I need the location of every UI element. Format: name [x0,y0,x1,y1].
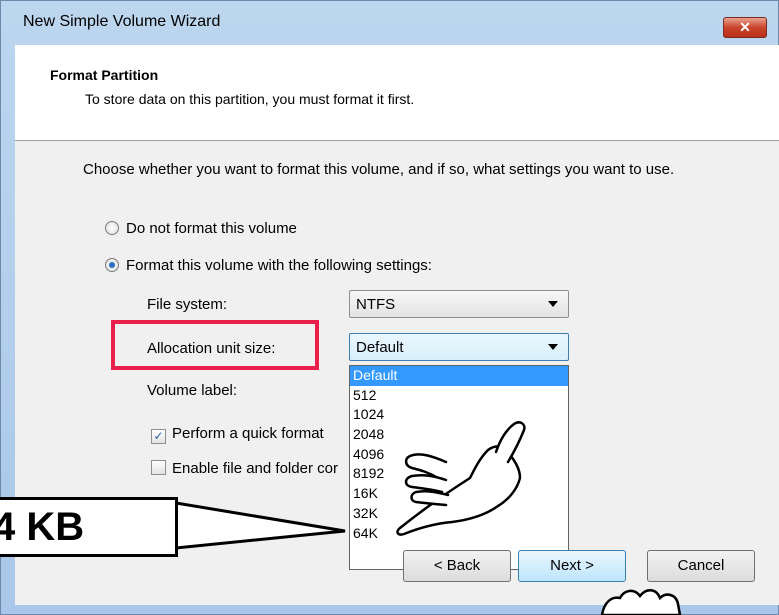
callout-label: 4 KB [0,505,85,549]
pointing-hand-icon [600,589,682,615]
annotation-callout: 4 KB [0,497,178,557]
callout-pointer [174,501,346,550]
pointing-hand-icon [396,421,526,536]
